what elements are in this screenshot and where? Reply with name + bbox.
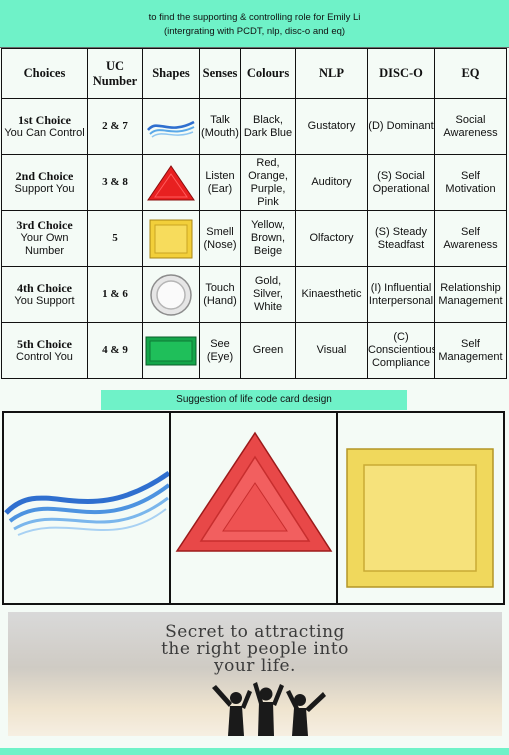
table-row: 2nd Choice Support You 3 & 8 Listen (Ear… xyxy=(1,154,507,211)
header-disc-o: DISC-O xyxy=(367,48,435,99)
table-row: 1st Choice You Can Control 2 & 7 Talk (M… xyxy=(1,98,507,155)
colours-cell: Yellow, Brown, Beige xyxy=(240,210,296,267)
sense-cell: Smell (Nose) xyxy=(199,210,241,267)
eq-cell: Self Management xyxy=(434,322,507,379)
disc-o-cell: (C) Conscientious Compliance xyxy=(367,322,435,379)
disc-o-cell: (S) Social Operational xyxy=(367,154,435,211)
eq-cell: Social Awareness xyxy=(434,98,507,155)
choice-subtitle: You Support xyxy=(14,294,75,307)
shape-cell xyxy=(142,98,200,155)
shape-cell xyxy=(142,266,200,323)
header-band: to find the supporting & controlling rol… xyxy=(0,0,509,48)
nlp-cell: Gustatory xyxy=(295,98,368,155)
header-senses: Senses xyxy=(199,48,241,99)
wave-shape-icon xyxy=(147,120,195,138)
nlp-cell: Olfactory xyxy=(295,210,368,267)
people-silhouette-image xyxy=(212,682,326,736)
choice-title: 1st Choice xyxy=(18,112,71,127)
choice-title: 3rd Choice xyxy=(16,218,73,232)
shape-cell xyxy=(142,154,200,211)
choice-cell: 5th Choice Control You xyxy=(1,322,88,379)
choice-cell: 3rd Choice Your Own Number xyxy=(1,210,88,267)
card-square xyxy=(338,413,503,603)
bottom-accent-strip xyxy=(0,748,509,755)
nlp-cell: Kinaesthetic xyxy=(295,266,368,323)
square-shape-icon xyxy=(346,448,494,588)
eq-cell: Relationship Management xyxy=(434,266,507,323)
life-code-table: Choices UC Number Shapes Senses Colours … xyxy=(1,48,507,379)
uc-number: 5 xyxy=(87,210,143,267)
header-title: to find the supporting & controlling rol… xyxy=(148,12,361,23)
eq-cell: Self Awareness xyxy=(434,210,507,267)
header-nlp: NLP xyxy=(295,48,368,99)
shape-cell xyxy=(142,210,200,267)
square-shape-icon xyxy=(149,219,193,258)
nlp-cell: Visual xyxy=(295,322,368,379)
sense-cell: Listen (Ear) xyxy=(199,154,241,211)
disc-o-cell: (S) Steady Steadfast xyxy=(367,210,435,267)
triangle-shape-icon xyxy=(147,164,195,200)
choice-title: 5th Choice xyxy=(17,336,72,351)
disc-o-cell: (I) Influential Interpersonal xyxy=(367,266,435,323)
choice-title: 2nd Choice xyxy=(15,168,74,183)
sense-cell: Talk (Mouth) xyxy=(199,98,241,155)
rectangle-shape-icon xyxy=(145,336,197,365)
uc-number: 3 & 8 xyxy=(87,154,143,211)
uc-number: 4 & 9 xyxy=(87,322,143,379)
eq-cell: Self Motivation xyxy=(434,154,507,211)
sense-cell: See (Eye) xyxy=(199,322,241,379)
triangle-shape-icon xyxy=(175,431,333,552)
colours-cell: Red, Orange, Purple, Pink xyxy=(240,154,296,211)
colours-cell: Green xyxy=(240,322,296,379)
card-triangle xyxy=(171,413,338,603)
card-design-panel xyxy=(2,411,505,605)
suggestion-label: Suggestion of life code card design xyxy=(101,390,407,410)
wave-shape-icon xyxy=(4,470,169,536)
choice-subtitle: Your Own Number xyxy=(20,232,69,257)
choice-cell: 4th Choice You Support xyxy=(1,266,88,323)
table-row: 4th Choice You Support 1 & 6 Touch (Hand… xyxy=(1,266,507,323)
colours-cell: Gold, Silver, White xyxy=(240,266,296,323)
header-eq: EQ xyxy=(434,48,507,99)
colours-cell: Black, Dark Blue xyxy=(240,98,296,155)
nlp-cell: Auditory xyxy=(295,154,368,211)
choice-cell: 1st Choice You Can Control xyxy=(1,98,88,155)
choice-subtitle: You Can Control xyxy=(4,126,85,139)
choice-subtitle: Control You xyxy=(16,350,73,363)
sense-cell: Touch (Hand) xyxy=(199,266,241,323)
choice-subtitle: Support You xyxy=(14,182,75,195)
table-row: 3rd Choice Your Own Number 5 Smell (Nose… xyxy=(1,210,507,267)
header-shapes: Shapes xyxy=(142,48,200,99)
choice-cell: 2nd Choice Support You xyxy=(1,154,88,211)
shape-cell xyxy=(142,322,200,379)
header-choices: Choices xyxy=(1,48,88,99)
quote-banner: Secret to attracting the right people in… xyxy=(8,612,502,736)
table-header-row: Choices UC Number Shapes Senses Colours … xyxy=(1,48,507,99)
header-uc-number: UC Number xyxy=(87,48,143,99)
header-colours: Colours xyxy=(240,48,296,99)
disc-o-cell: (D) Dominant xyxy=(367,98,435,155)
uc-number: 2 & 7 xyxy=(87,98,143,155)
uc-number: 1 & 6 xyxy=(87,266,143,323)
card-wave xyxy=(4,413,171,603)
header-subtitle: (intergrating with PCDT, nlp, disc-o and… xyxy=(163,26,346,37)
choice-title: 4th Choice xyxy=(17,280,72,295)
circle-shape-icon xyxy=(150,273,192,316)
table-row: 5th Choice Control You 4 & 9 See (Eye) G… xyxy=(1,322,507,379)
